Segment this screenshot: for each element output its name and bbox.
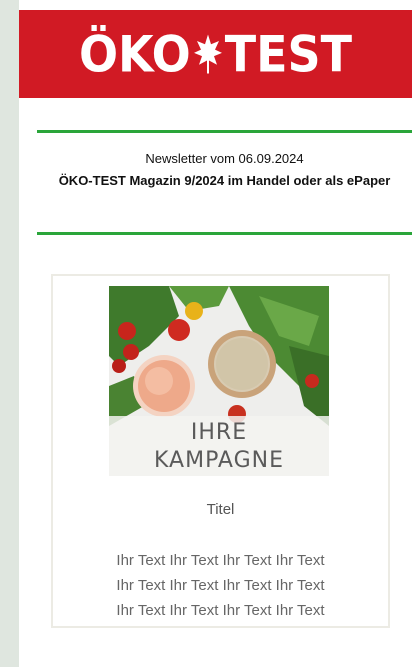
oekotest-logo[interactable]: ÖKO TEST <box>79 29 352 79</box>
campaign-image-line1: IHRE <box>190 420 248 445</box>
newsletter-info: Newsletter vom 06.09.2024 ÖKO-TEST Magaz… <box>37 150 412 192</box>
newsletter-date: Newsletter vom 06.09.2024 <box>145 151 304 166</box>
campaign-body-line: Ihr Text Ihr Text Ihr Text Ihr Text <box>116 552 325 569</box>
campaign-image-line2: KAMPAGNE <box>154 448 284 473</box>
campaign-image[interactable]: IHRE KAMPAGNE <box>109 286 329 476</box>
brand-header: ÖKO TEST <box>19 10 412 98</box>
green-divider-bottom <box>37 232 412 235</box>
logo-text-left: ÖKO <box>78 24 191 84</box>
logo-text-right: TEST <box>224 24 353 84</box>
campaign-body-line: Ihr Text Ihr Text Ihr Text Ihr Text <box>116 602 325 619</box>
newsletter-page: ÖKO TEST Newsletter vom 06.09.2024 ÖKO-T… <box>19 0 412 667</box>
green-divider-top <box>37 130 412 133</box>
campaign-body-line: Ihr Text Ihr Text Ihr Text Ihr Text <box>116 577 325 594</box>
campaign-body: Ihr Text Ihr Text Ihr Text Ihr Text Ihr … <box>53 548 388 623</box>
leaf-icon <box>193 32 223 75</box>
newsletter-headline[interactable]: ÖKO-TEST Magazin 9/2024 im Handel oder a… <box>37 170 412 192</box>
campaign-card: IHRE KAMPAGNE Titel Ihr Text Ihr Text Ih… <box>51 274 390 628</box>
campaign-title: Titel <box>206 501 235 518</box>
